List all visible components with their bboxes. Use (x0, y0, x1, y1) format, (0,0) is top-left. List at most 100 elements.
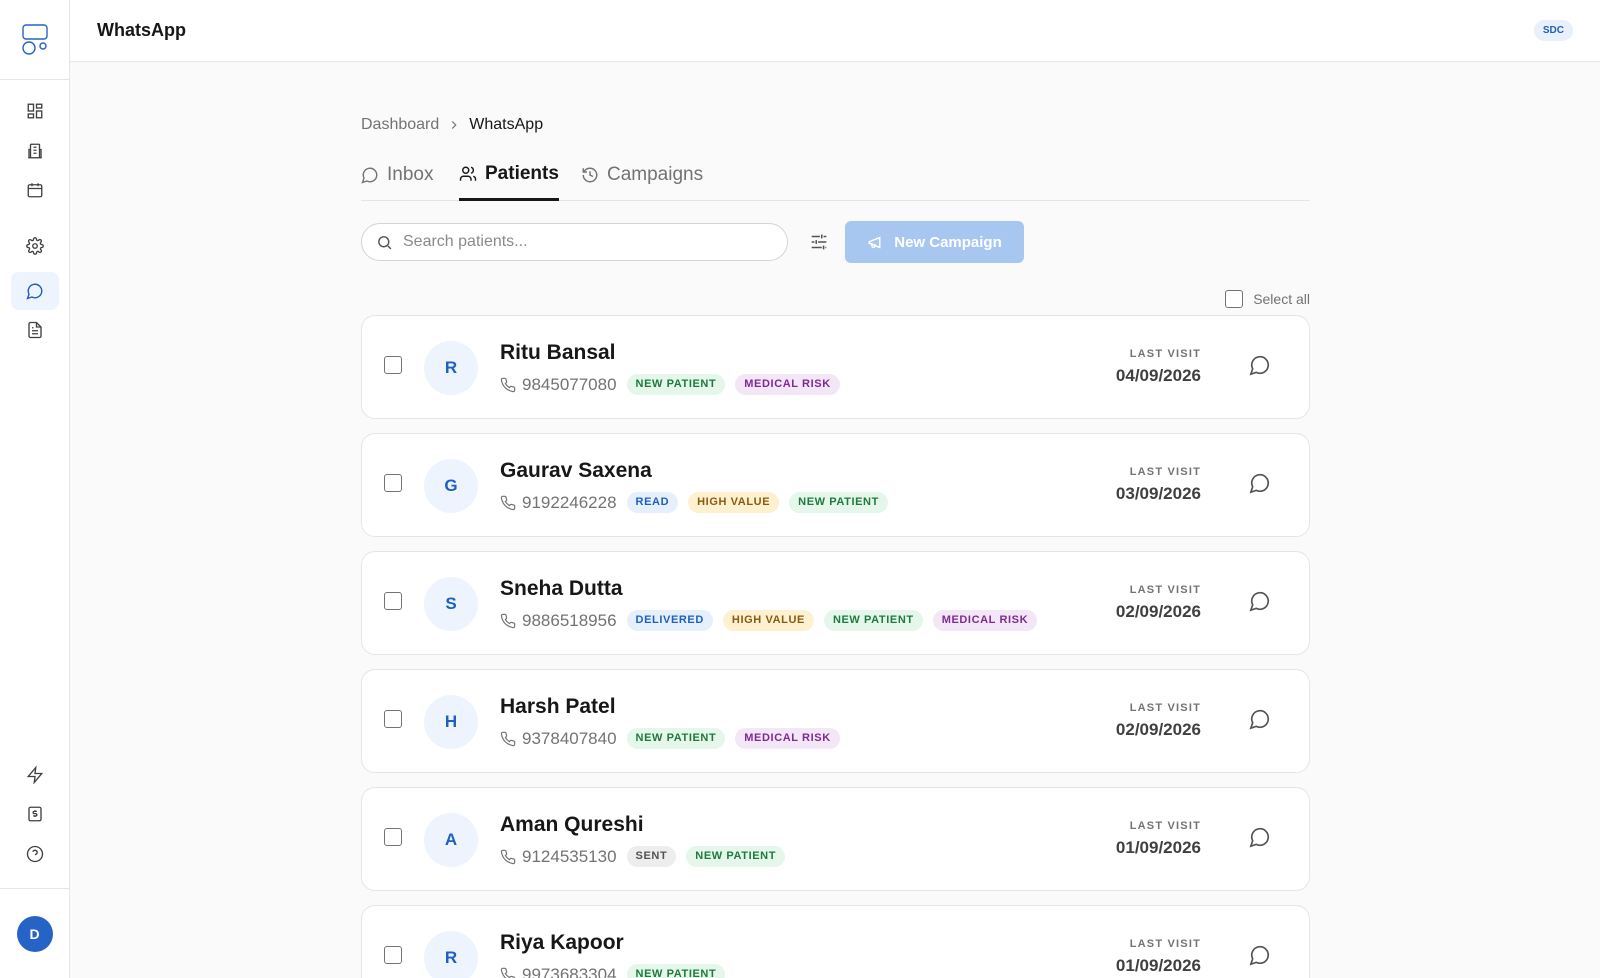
patient-meta: 9973683304 NEW PATIENT (500, 964, 726, 978)
search-input[interactable] (403, 233, 773, 251)
select-all[interactable]: Select all (1225, 290, 1310, 308)
patient-name[interactable]: Ritu Bansal (500, 341, 616, 365)
message-patient-button[interactable] (1249, 708, 1275, 734)
search-box (361, 223, 788, 261)
patient-avatar: H (424, 695, 478, 749)
last-visit-date: 04/09/2026 (1115, 366, 1201, 385)
patient-name[interactable]: Harsh Patel (500, 695, 616, 719)
tab-patients[interactable]: Patients (459, 149, 559, 201)
help-icon (26, 845, 44, 863)
patient-tag: DELIVERED (626, 610, 713, 631)
tab-bar: Inbox Patients Campaigns (361, 149, 1310, 201)
chat-icon (1249, 827, 1270, 848)
sidebar-item-clinics[interactable] (11, 132, 59, 170)
document-icon (28, 321, 42, 339)
last-visit-date: 03/09/2026 (1115, 484, 1201, 503)
last-visit-date: 02/09/2026 (1115, 602, 1201, 621)
message-patient-button[interactable] (1249, 944, 1275, 970)
tab-label: Inbox (387, 164, 434, 185)
message-patient-button[interactable] (1249, 826, 1275, 852)
patient-card[interactable]: H Harsh Patel 9378407840 NEW PATIENT MEDICAL… (361, 669, 1310, 773)
app-logo[interactable] (0, 0, 69, 80)
patient-phone: 9973683304 (522, 964, 617, 978)
phone-icon (500, 495, 516, 510)
patient-card[interactable]: G Gaurav Saxena 9192246228 READ HIGH VALUE NE… (361, 433, 1310, 537)
breadcrumb-current: WhatsApp (469, 116, 544, 133)
last-visit-label: LAST VISIT (1129, 466, 1201, 478)
chat-icon (1249, 945, 1270, 966)
chat-icon (1249, 709, 1270, 730)
patient-phone: 9886518956 (522, 610, 617, 630)
sidebar-item-calendar[interactable] (11, 171, 59, 209)
calendar-icon (27, 183, 43, 198)
breadcrumb-dashboard-link[interactable]: Dashboard (361, 116, 439, 134)
last-visit-date: 02/09/2026 (1115, 720, 1201, 739)
phone-icon (500, 613, 516, 628)
new-campaign-label: New Campaign (894, 233, 1002, 251)
patient-tag: NEW PATIENT (823, 610, 923, 631)
gear-icon (26, 237, 44, 255)
message-patient-button[interactable] (1249, 590, 1275, 616)
message-patient-button[interactable] (1249, 354, 1275, 380)
sidebar-item-automations[interactable] (11, 756, 59, 794)
patient-meta: 9192246228 READ HIGH VALUE NEW PATIENT (500, 492, 888, 513)
chat-icon (361, 167, 378, 184)
user-avatar[interactable]: D (16, 915, 53, 952)
billing-icon (28, 806, 42, 822)
sidebar-item-documents[interactable] (11, 311, 59, 349)
chevron-right-icon (452, 121, 457, 129)
select-all-checkbox[interactable] (1225, 290, 1244, 308)
last-visit-date: 01/09/2026 (1115, 956, 1201, 975)
patient-checkbox[interactable] (384, 356, 402, 374)
page-title: WhatsApp (97, 20, 186, 40)
patient-avatar: G (424, 459, 478, 513)
patient-phone: 9845077080 (522, 374, 617, 394)
patient-card[interactable]: R Ritu Bansal 9845077080 NEW PATIENT MEDICAL… (361, 315, 1310, 419)
message-patient-button[interactable] (1249, 472, 1275, 498)
sidebar-item-whatsapp[interactable] (11, 272, 59, 310)
breadcrumb: Dashboard WhatsApp (361, 116, 543, 134)
tab-inbox[interactable]: Inbox (361, 149, 433, 201)
sidebar-item-dashboard[interactable] (11, 92, 59, 130)
patient-card[interactable]: R Riya Kapoor 9973683304 NEW PATIENT LAST VI… (361, 905, 1310, 978)
patient-tag: NEW PATIENT (789, 492, 888, 513)
patient-meta: 9845077080 NEW PATIENT MEDICAL RISK (500, 374, 840, 395)
top-bar: WhatsApp SDC (70, 0, 1600, 62)
patient-phone: 9378407840 (522, 728, 617, 748)
dashboard-icon (27, 103, 43, 119)
patient-meta: 9378407840 NEW PATIENT MEDICAL RISK (500, 728, 840, 749)
sidebar: D (0, 0, 70, 978)
patient-checkbox[interactable] (384, 828, 402, 846)
sidebar-item-billing[interactable] (11, 795, 59, 833)
last-visit-label: LAST VISIT (1129, 702, 1201, 714)
tab-label: Patients (485, 162, 559, 184)
patient-checkbox[interactable] (384, 474, 402, 492)
history-icon (582, 167, 598, 183)
sidebar-item-settings[interactable] (11, 227, 59, 265)
patient-checkbox[interactable] (384, 710, 402, 728)
phone-icon (500, 377, 516, 392)
patient-phone: 9192246228 (522, 492, 617, 512)
tab-campaigns[interactable]: Campaigns (581, 149, 703, 201)
filter-button[interactable] (804, 227, 834, 257)
building-icon (28, 143, 42, 159)
tab-label: Campaigns (607, 164, 704, 185)
patient-checkbox[interactable] (384, 592, 402, 610)
last-visit-label: LAST VISIT (1129, 348, 1201, 360)
sidebar-item-help[interactable] (11, 835, 59, 873)
patient-checkbox[interactable] (384, 946, 402, 964)
patient-card[interactable]: S Sneha Dutta 9886518956 DELIVERED HIGH VALU… (361, 551, 1310, 655)
chat-icon (1249, 355, 1270, 376)
patient-name[interactable]: Sneha Dutta (500, 577, 623, 601)
patient-tag: MEDICAL RISK (735, 728, 840, 749)
new-campaign-button[interactable]: New Campaign (845, 221, 1024, 263)
patient-name[interactable]: Riya Kapoor (500, 931, 624, 955)
sidebar-footer: D (0, 888, 69, 978)
patient-card[interactable]: A Aman Qureshi 9124535130 SENT NEW PATIENT LA… (361, 787, 1310, 891)
patient-name[interactable]: Aman Qureshi (500, 813, 644, 837)
workspace-badge[interactable]: SDC (1533, 20, 1573, 41)
patient-tag: MEDICAL RISK (932, 610, 1038, 631)
patient-tag: MEDICAL RISK (735, 374, 840, 395)
patient-name[interactable]: Gaurav Saxena (500, 459, 652, 483)
patient-tag: SENT (626, 846, 677, 867)
